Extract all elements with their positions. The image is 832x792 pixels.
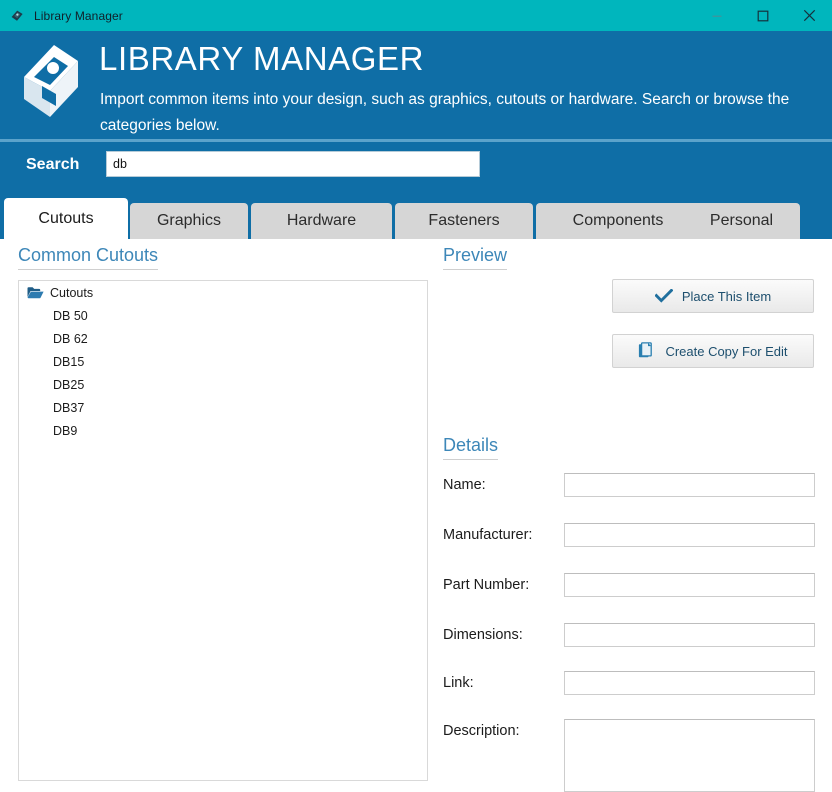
tab-components[interactable]: Components (536, 203, 700, 239)
window-titlebar: Library Manager (0, 0, 832, 31)
page-title: LIBRARY MANAGER (99, 39, 424, 79)
tab-fasteners[interactable]: Fasteners (395, 203, 533, 239)
dimensions-field[interactable] (564, 623, 815, 647)
label-name: Name: (443, 477, 486, 493)
tree-item-label: DB 50 (53, 309, 88, 323)
isometric-p-logo-icon (12, 37, 88, 125)
description-field[interactable] (564, 719, 815, 792)
tab-label: Personal (710, 212, 773, 230)
close-button[interactable] (786, 0, 832, 31)
label-dimensions: Dimensions: (443, 627, 523, 643)
label-link: Link: (443, 675, 474, 691)
tab-label: Graphics (157, 212, 221, 230)
left-pane: Common Cutouts Cutouts DB 50 DB 62 DB15 DB2… (0, 239, 440, 792)
open-folder-icon (27, 286, 44, 300)
cutouts-tree[interactable]: Cutouts DB 50 DB 62 DB15 DB25 DB37 DB9 (18, 280, 428, 781)
place-this-item-label: Place This Item (682, 289, 771, 304)
details-heading: Details (443, 435, 498, 460)
tree-item[interactable]: DB25 (19, 373, 427, 396)
tree-item[interactable]: DB37 (19, 396, 427, 419)
label-description: Description: (443, 723, 520, 739)
minimize-button[interactable] (694, 0, 740, 31)
app-header: LIBRARY MANAGER Import common items into… (0, 31, 832, 139)
create-copy-for-edit-label: Create Copy For Edit (665, 344, 787, 359)
tab-personal[interactable]: Personal (683, 203, 800, 239)
tree-item[interactable]: DB9 (19, 419, 427, 442)
tree-item[interactable]: DB 50 (19, 304, 427, 327)
tab-cutouts[interactable]: Cutouts (4, 198, 128, 239)
tree-item-label: DB37 (53, 401, 84, 415)
tab-graphics[interactable]: Graphics (130, 203, 248, 239)
tree-item[interactable]: DB15 (19, 350, 427, 373)
app-logo-icon (9, 8, 25, 24)
tab-label: Cutouts (38, 210, 93, 228)
search-bar: Search (0, 142, 832, 195)
page-subtitle: Import common items into your design, su… (100, 87, 812, 139)
link-field[interactable] (564, 671, 815, 695)
tab-label: Hardware (287, 212, 356, 230)
place-this-item-button[interactable]: Place This Item (612, 279, 814, 313)
checkmark-icon (655, 289, 673, 303)
search-input[interactable] (106, 151, 480, 177)
window-title: Library Manager (34, 9, 123, 23)
preview-heading: Preview (443, 245, 507, 270)
label-part-number: Part Number: (443, 577, 529, 593)
common-cutouts-heading: Common Cutouts (18, 245, 158, 270)
tree-item[interactable]: DB 62 (19, 327, 427, 350)
search-label: Search (26, 156, 79, 174)
tree-item-label: DB25 (53, 378, 84, 392)
tree-root-label: Cutouts (50, 286, 93, 300)
manufacturer-field[interactable] (564, 523, 815, 547)
window-controls (694, 0, 832, 31)
tree-root-item[interactable]: Cutouts (19, 281, 427, 304)
part-number-field[interactable] (564, 573, 815, 597)
tree-item-label: DB 62 (53, 332, 88, 346)
create-copy-for-edit-button[interactable]: Create Copy For Edit (612, 334, 814, 368)
tab-label: Fasteners (428, 212, 499, 230)
library-manager-window: Library Manager LIB (0, 0, 832, 792)
copy-pages-icon (638, 342, 656, 360)
right-pane: Preview Place This Item Create Copy For … (440, 239, 832, 792)
category-tabs: Cutouts Graphics Hardware Fasteners Componen… (0, 195, 832, 239)
name-field[interactable] (564, 473, 815, 497)
tab-label: Components (573, 212, 664, 230)
tree-item-label: DB9 (53, 424, 77, 438)
label-manufacturer: Manufacturer: (443, 527, 532, 543)
maximize-button[interactable] (740, 0, 786, 31)
tree-item-label: DB15 (53, 355, 84, 369)
tab-hardware[interactable]: Hardware (251, 203, 392, 239)
